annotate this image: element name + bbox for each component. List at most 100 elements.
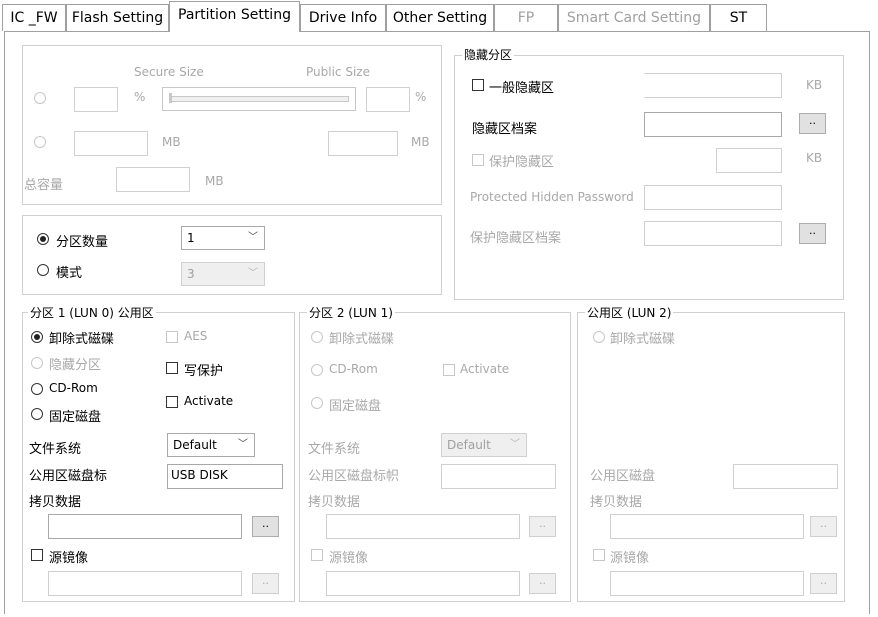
p3-mirror-checkbox[interactable] [593,549,605,561]
mb-unit: MB [411,135,430,149]
chevron-down-icon: ﹀ [238,439,248,450]
public-mb-input[interactable] [328,131,398,156]
p1-fs-label: 文件系统 [29,442,82,457]
tab-partition-setting[interactable]: Partition Setting [169,1,300,32]
p3-mirror-browse-button[interactable]: .. [810,573,837,594]
protect-hidden-file-label: 保护隐藏区档案 [470,231,562,246]
p1-mirror-input[interactable] [48,571,242,596]
mode-value: 3 [187,267,195,281]
tab-flash-setting[interactable]: Flash Setting [66,4,169,31]
tab-other-setting[interactable]: Other Setting [386,4,494,31]
p1-fixed-radio[interactable] [31,408,43,420]
p3-mirror-input[interactable] [610,571,804,596]
protected-password-label: Protected Hidden Password [470,190,634,204]
p1-copy-browse-button[interactable]: .. [252,516,279,537]
p1-hidden-radio[interactable] [31,357,43,369]
p3-disk-label-label: 公用区磁盘 [590,469,656,484]
p2-mirror-label: 源镜像 [329,551,369,566]
p3-copy-label: 拷贝数据 [590,495,643,510]
tab-label: Drive Info [308,10,378,26]
p2-copy-input[interactable] [326,514,520,539]
p2-copy-label: 拷贝数据 [308,495,361,510]
p1-fs-select[interactable]: Default ﹀ [167,433,255,457]
mode-select[interactable]: 3 ﹀ [181,262,265,286]
p2-cdrom-radio[interactable] [311,364,323,376]
p2-cdrom-label: CD-Rom [329,362,378,376]
p2-fixed-radio[interactable] [311,397,323,409]
p1-mirror-checkbox[interactable] [31,549,43,561]
protect-hidden-size-input[interactable] [716,148,782,173]
public-percent-input[interactable] [366,87,410,112]
secure-size-label: Secure Size [134,65,204,79]
partition-count-select[interactable]: 1 ﹀ [181,226,265,250]
hidden-file-input[interactable] [644,112,782,137]
p1-copy-input[interactable] [48,514,242,539]
p1-fs-value: Default [173,438,217,452]
tab-bar: IC _FW Flash Setting Partition Setting D… [0,0,878,32]
slider-thumb[interactable] [169,93,172,103]
general-hidden-label: 一般隐藏区 [489,81,555,96]
p1-write-protect-checkbox[interactable] [166,362,178,374]
p1-mirror-browse-button[interactable]: .. [252,573,279,594]
p1-cdrom-radio[interactable] [31,383,43,395]
p2-disk-label-label: 公用区磁盘标帜 [308,469,400,484]
p3-removable-radio[interactable] [593,331,605,343]
p2-fs-select[interactable]: Default ﹀ [441,433,527,457]
p2-activate-label: Activate [460,362,510,376]
p3-copy-input[interactable] [610,514,804,539]
tab-ic-fw[interactable]: IC _FW [2,4,66,31]
mb-mode-radio[interactable] [34,136,46,148]
tab-label: Smart Card Setting [566,10,702,26]
p1-fixed-label: 固定磁盘 [49,410,102,425]
p1-activate-checkbox[interactable] [166,396,178,408]
partition-count-radio[interactable] [37,233,49,245]
p2-removable-radio[interactable] [311,331,323,343]
p2-activate-checkbox[interactable] [443,364,455,376]
tab-smart-card-setting[interactable]: Smart Card Setting [558,4,710,31]
p1-aes-checkbox[interactable] [166,331,178,343]
secure-mb-input[interactable] [74,131,148,156]
tab-drive-info[interactable]: Drive Info [300,4,386,31]
tab-label: FP [517,10,535,26]
percent-unit: % [415,90,427,104]
size-slider[interactable] [162,87,356,111]
p1-removable-radio[interactable] [31,331,43,343]
p2-fs-label: 文件系统 [308,442,361,457]
tab-label: Other Setting [392,10,488,26]
mode-radio[interactable] [37,264,49,276]
p1-disk-label-label: 公用区磁盘标 [29,469,108,484]
protected-password-input[interactable] [644,185,782,210]
p2-mirror-checkbox[interactable] [311,549,323,561]
total-capacity-input[interactable] [116,167,190,192]
chevron-down-icon: ﹀ [248,268,258,279]
p1-disk-label-input[interactable]: USB DISK [167,464,283,489]
tab-fp[interactable]: FP [494,4,558,31]
mb-unit: MB [205,174,224,188]
p2-copy-browse-button[interactable]: .. [529,516,556,537]
p3-copy-browse-button[interactable]: .. [810,516,837,537]
secure-percent-input[interactable] [74,87,118,112]
p2-mirror-input[interactable] [326,571,520,596]
p2-disk-label-input[interactable] [441,464,556,489]
p2-fs-value: Default [447,438,491,452]
p1-activate-label: Activate [184,394,234,408]
partition2-legend: 分区 2 (LUN 1) [307,304,395,321]
chevron-down-icon: ﹀ [248,232,258,243]
percent-unit: % [134,90,146,104]
general-hidden-size-input[interactable] [644,73,782,98]
tab-st[interactable]: ST [710,4,767,31]
p3-removable-label: 卸除式磁碟 [610,332,676,347]
protect-hidden-file-input[interactable] [644,221,782,246]
p2-mirror-browse-button[interactable]: .. [529,573,556,594]
p1-copy-label: 拷贝数据 [29,495,82,510]
protect-file-browse-button[interactable]: .. [799,223,826,244]
p2-removable-label: 卸除式磁碟 [329,332,395,347]
hidden-file-browse-button[interactable]: .. [799,113,826,134]
percent-mode-radio[interactable] [34,92,46,104]
p1-mirror-label: 源镜像 [49,551,89,566]
protect-hidden-checkbox[interactable] [472,154,484,166]
general-hidden-checkbox[interactable] [472,79,484,91]
tab-label: Partition Setting [178,7,291,23]
tab-label: ST [729,10,748,26]
p3-disk-label-input[interactable] [733,464,838,489]
